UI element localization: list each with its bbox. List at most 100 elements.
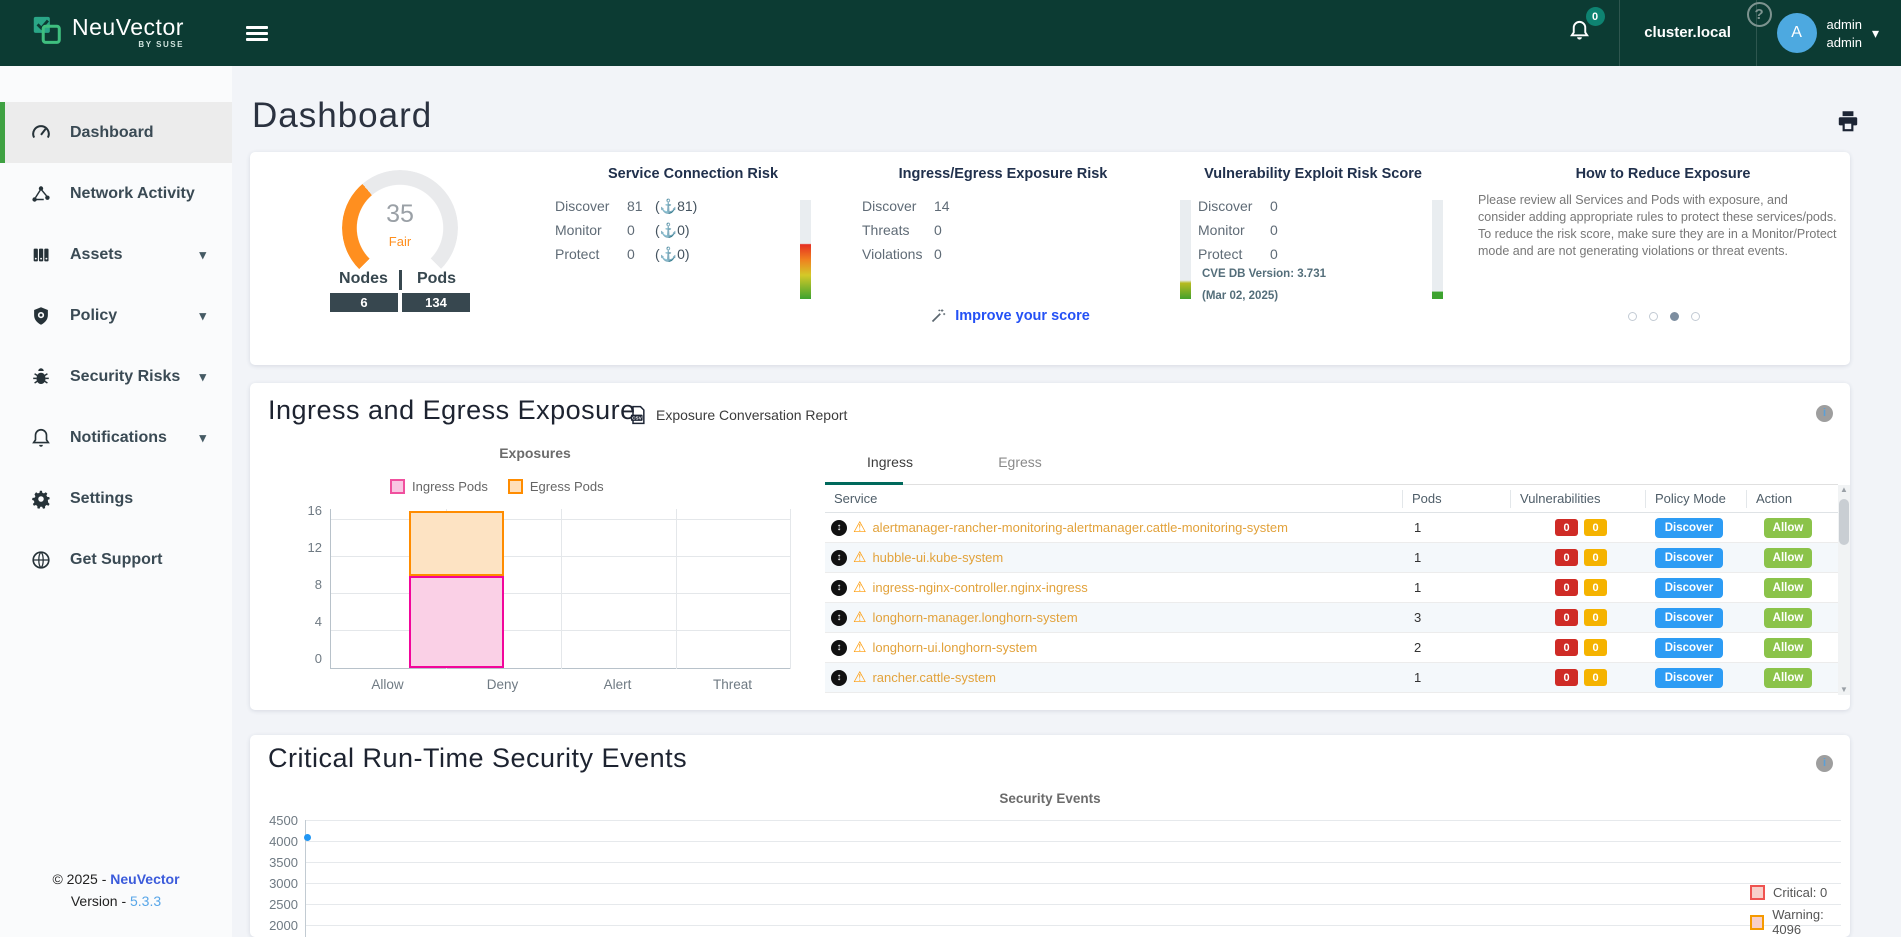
carousel-dot[interactable] [1691,312,1700,321]
service-link[interactable]: ingress-nginx-controller.nginx-ingress [872,580,1087,595]
sidebar-item-security-risks[interactable]: Security Risks ▾ [0,346,232,407]
bug-icon [30,366,52,388]
events-section-title: Critical Run-Time Security Events [268,743,687,774]
notifications-bell-icon[interactable]: 0 [1568,19,1591,47]
sidebar-item-notifications[interactable]: Notifications ▾ [0,407,232,468]
cluster-selector[interactable]: cluster.local ? [1620,24,1756,42]
exposure-risk-stats: Discover14 Threats0 Violations0 [862,194,962,266]
stat-value: 0 [1270,198,1298,214]
anchored-count: (⚓0) [655,246,690,263]
svg-text:CSV: CSV [632,416,642,421]
stat-label: Discover [1198,198,1270,214]
brand-logo[interactable]: NeuVector BY SUSE [30,14,184,53]
sidebar-item-label: Settings [70,490,133,508]
stat-label: Discover [862,198,934,214]
column-header-action[interactable]: Action [1746,490,1838,508]
sidebar-item-assets[interactable]: Assets ▾ [0,224,232,285]
menu-toggle-icon[interactable] [246,23,268,44]
warning-icon: ⚠ [853,550,866,565]
sidebar-item-get-support[interactable]: Get Support [0,529,232,590]
service-risk-scale-bar [800,200,811,299]
warning-icon: ⚠ [853,520,866,535]
globe-icon [30,549,52,571]
info-icon[interactable]: i [1816,405,1833,422]
expand-icon[interactable]: ↕ [831,580,847,596]
column-header-service[interactable]: Service [825,490,1402,508]
stat-value: 81 [627,198,655,214]
service-link[interactable]: rancher.cattle-system [872,670,996,685]
pods-count: 1 [1402,520,1510,535]
bar-segment-egress[interactable] [409,511,504,576]
info-icon[interactable]: i [1816,755,1833,772]
stat-label: Monitor [555,222,627,238]
action-button[interactable]: Allow [1764,668,1812,688]
expand-icon[interactable]: ↕ [831,640,847,656]
x-tick: Deny [445,677,560,692]
sidebar-item-dashboard[interactable]: Dashboard [0,102,232,163]
column-header-policy-mode[interactable]: Policy Mode [1645,490,1746,508]
security-score-grade: Fair [342,234,458,249]
chevron-down-icon: ▾ [199,247,206,263]
carousel-dot[interactable] [1628,312,1637,321]
y-tick: 2000 [256,918,298,933]
policy-mode-button[interactable]: Discover [1655,518,1723,538]
policy-mode-button[interactable]: Discover [1655,548,1723,568]
help-icon[interactable]: ? [1747,2,1772,27]
carousel-dot-active[interactable] [1670,312,1679,321]
carousel-dot[interactable] [1649,312,1658,321]
column-header-pods[interactable]: Pods [1402,490,1510,508]
exposures-bar-chart [330,509,790,669]
y-tick: 4500 [256,813,298,828]
legend-label: Ingress Pods [412,479,488,494]
improve-score-link[interactable]: Improve your score [900,307,1120,324]
exposure-card: Ingress and Egress Exposure CSV Exposure… [250,383,1850,710]
expand-icon[interactable]: ↕ [831,550,847,566]
sidebar-item-network-activity[interactable]: Network Activity [0,163,232,224]
expand-icon[interactable]: ↕ [831,670,847,686]
top-bar: NeuVector BY SUSE 0 cluster.local ? A ad… [0,0,1901,66]
neuvector-link[interactable]: NeuVector [110,871,179,887]
column-header-vulnerabilities[interactable]: Vulnerabilities [1510,490,1645,508]
medium-vuln-badge: 0 [1584,519,1607,536]
exposure-report-link[interactable]: CSV Exposure Conversation Report [628,405,847,425]
bell-icon [30,427,52,449]
print-icon[interactable] [1835,108,1861,134]
version-link[interactable]: 5.3.3 [130,893,161,909]
table-row: ↕⚠ingress-nginx-controller.nginx-ingress… [825,573,1838,603]
service-link[interactable]: longhorn-ui.longhorn-system [872,640,1037,655]
action-button[interactable]: Allow [1764,608,1812,628]
sidebar-item-policy[interactable]: Policy ▾ [0,285,232,346]
action-button[interactable]: Allow [1764,578,1812,598]
cluster-name: cluster.local [1644,24,1731,41]
sidebar-item-label: Notifications [70,429,167,447]
scrollbar-thumb[interactable] [1839,499,1849,545]
y-tick: 12 [292,540,322,555]
policy-mode-button[interactable]: Discover [1655,578,1723,598]
tab-ingress[interactable]: Ingress [825,441,955,483]
warning-data-point[interactable] [304,834,311,841]
stat-label: Discover [555,198,627,214]
action-button[interactable]: Allow [1764,518,1812,538]
policy-mode-button[interactable]: Discover [1655,668,1723,688]
service-link[interactable]: hubble-ui.kube-system [872,550,1003,565]
policy-mode-button[interactable]: Discover [1655,608,1723,628]
service-link[interactable]: alertmanager-rancher-monitoring-alertman… [872,520,1287,535]
high-vuln-badge: 0 [1555,669,1578,686]
bar-segment-ingress[interactable] [409,576,504,669]
warning-icon: ⚠ [853,610,866,625]
pods-count: 1 [1402,670,1510,685]
sidebar-item-settings[interactable]: Settings [0,468,232,529]
action-button[interactable]: Allow [1764,638,1812,658]
medium-vuln-badge: 0 [1584,579,1607,596]
action-button[interactable]: Allow [1764,548,1812,568]
user-menu[interactable]: A admin admin ▾ [1757,13,1901,53]
expand-icon[interactable]: ↕ [831,520,847,536]
expand-icon[interactable]: ↕ [831,610,847,626]
medium-vuln-badge: 0 [1584,639,1607,656]
policy-mode-button[interactable]: Discover [1655,638,1723,658]
table-header: Service Pods Vulnerabilities Policy Mode… [825,485,1850,513]
medium-vuln-badge: 0 [1584,609,1607,626]
service-link[interactable]: longhorn-manager.longhorn-system [872,610,1077,625]
tab-egress[interactable]: Egress [955,441,1085,483]
y-tick: 8 [292,577,322,592]
